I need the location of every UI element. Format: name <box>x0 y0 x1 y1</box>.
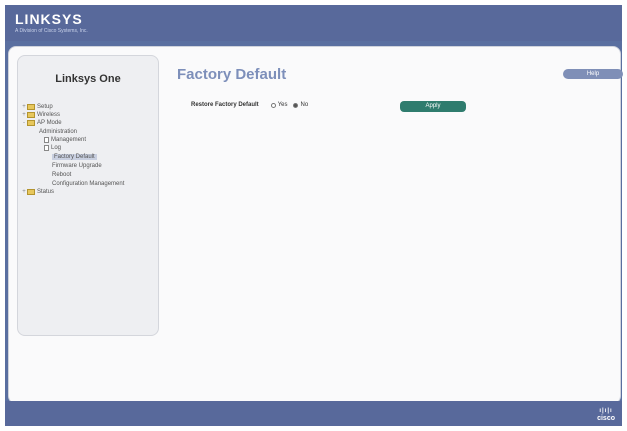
linksys-logo: LINKSYS <box>15 11 83 27</box>
folder-icon <box>27 104 35 110</box>
sidebar-item-wireless[interactable]: + Wireless <box>22 111 60 119</box>
sidebar-item-log[interactable]: Log <box>44 144 61 152</box>
sidebar-item-label: AP Mode <box>37 120 62 126</box>
page-icon <box>44 145 49 151</box>
sidebar-item-firmware-upgrade[interactable]: Firmware Upgrade <box>52 162 102 170</box>
sidebar-item-administration[interactable]: Administration <box>39 128 77 136</box>
main-panel: Linksys One + Setup + Wireless - AP Mode <box>8 46 623 404</box>
sidebar-item-label: Status <box>37 189 55 195</box>
radio-no-circle[interactable] <box>293 102 299 108</box>
sidebar-item-label: Firmware Upgrade <box>52 163 102 169</box>
sidebar-item-management[interactable]: Management <box>44 136 86 144</box>
expand-icon[interactable]: + <box>22 104 26 110</box>
sidebar-item-label: Wireless <box>37 112 61 118</box>
sidebar-item-label: Factory Default <box>52 154 97 160</box>
radio-no[interactable]: No <box>293 102 308 108</box>
expand-icon[interactable]: + <box>22 189 26 195</box>
cisco-logo: ı|ı|ı cisco <box>597 408 615 422</box>
restore-default-label: Restore Factory Default <box>191 102 259 108</box>
sidebar: Linksys One + Setup + Wireless - AP Mode <box>17 55 159 336</box>
radio-no-label: No <box>300 102 309 108</box>
radio-yes-circle[interactable] <box>270 102 276 108</box>
footer-bar: ı|ı|ı cisco <box>5 401 622 426</box>
apply-button[interactable]: Apply <box>400 101 466 112</box>
folder-icon <box>27 189 35 195</box>
header-bar: LINKSYS A Division of Cisco Systems, Inc… <box>5 5 622 41</box>
logo-tagline: A Division of Cisco Systems, Inc. <box>15 28 88 34</box>
app-window: LINKSYS A Division of Cisco Systems, Inc… <box>5 5 623 426</box>
expand-icon[interactable]: + <box>22 112 26 118</box>
sidebar-item-status[interactable]: + Status <box>22 188 54 196</box>
sidebar-item-label: Reboot <box>52 172 72 178</box>
help-button[interactable]: Help <box>563 69 623 79</box>
page-icon <box>44 137 49 143</box>
collapse-icon[interactable]: - <box>22 120 26 126</box>
sidebar-title: Linksys One <box>55 73 121 85</box>
restore-default-row: Restore Factory Default Yes No <box>191 102 314 108</box>
sidebar-item-ap-mode[interactable]: - AP Mode <box>22 119 62 127</box>
sidebar-item-label: Configuration Management <box>52 181 125 187</box>
sidebar-item-label: Management <box>51 137 87 143</box>
page-title: Factory Default <box>177 66 287 83</box>
cisco-wordmark: cisco <box>597 415 615 422</box>
sidebar-item-factory-default[interactable]: Factory Default <box>52 153 97 161</box>
cisco-bars-icon: ı|ı|ı <box>599 408 613 414</box>
radio-yes[interactable]: Yes <box>270 102 288 108</box>
sidebar-item-label: Administration <box>39 129 78 135</box>
sidebar-item-setup[interactable]: + Setup <box>22 103 53 111</box>
folder-icon <box>27 112 35 118</box>
sidebar-item-label: Setup <box>37 104 53 110</box>
folder-icon <box>27 120 35 126</box>
sidebar-item-configuration-management[interactable]: Configuration Management <box>52 180 124 188</box>
radio-yes-label: Yes <box>277 102 288 108</box>
sidebar-item-reboot[interactable]: Reboot <box>52 171 71 179</box>
sidebar-item-label: Log <box>51 145 62 151</box>
